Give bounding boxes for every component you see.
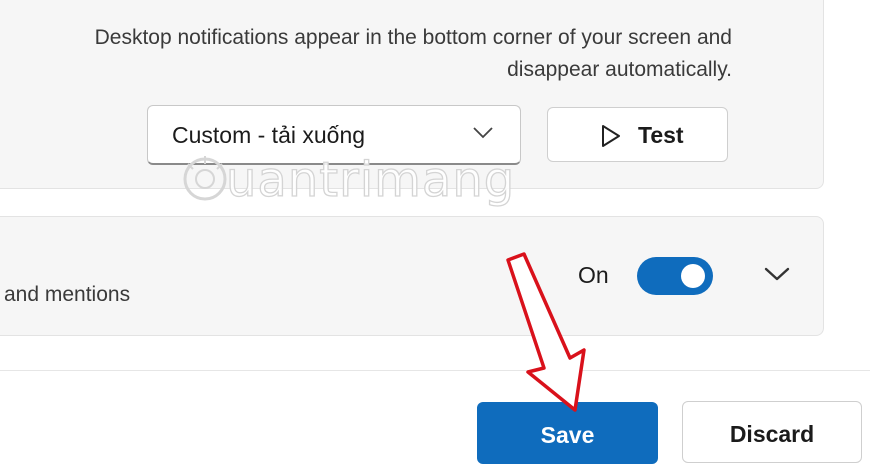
mentions-toggle[interactable] [637, 257, 713, 295]
watermark-text: uantrimang [225, 151, 516, 208]
red-arrow-annotation-icon [506, 252, 586, 412]
test-sound-button[interactable]: Test [547, 107, 728, 162]
dropdown-selected-value: Custom - tải xuống [172, 122, 366, 148]
toggle-knob [681, 264, 705, 288]
expand-chevron-icon[interactable] [763, 266, 791, 287]
notifications-description: Desktop notifications appear in the bott… [94, 26, 732, 81]
discard-button[interactable]: Discard [682, 401, 862, 463]
play-icon [600, 124, 622, 153]
mentions-setting-label: and mentions [4, 283, 131, 306]
chevron-down-icon [472, 126, 494, 145]
footer-divider [0, 370, 870, 371]
watermark-icon [183, 156, 227, 201]
watermark-logo: uantrimang [180, 150, 515, 210]
save-button-label: Save [540, 422, 595, 448]
discard-button-label: Discard [729, 421, 815, 447]
test-button-label: Test [638, 122, 684, 148]
